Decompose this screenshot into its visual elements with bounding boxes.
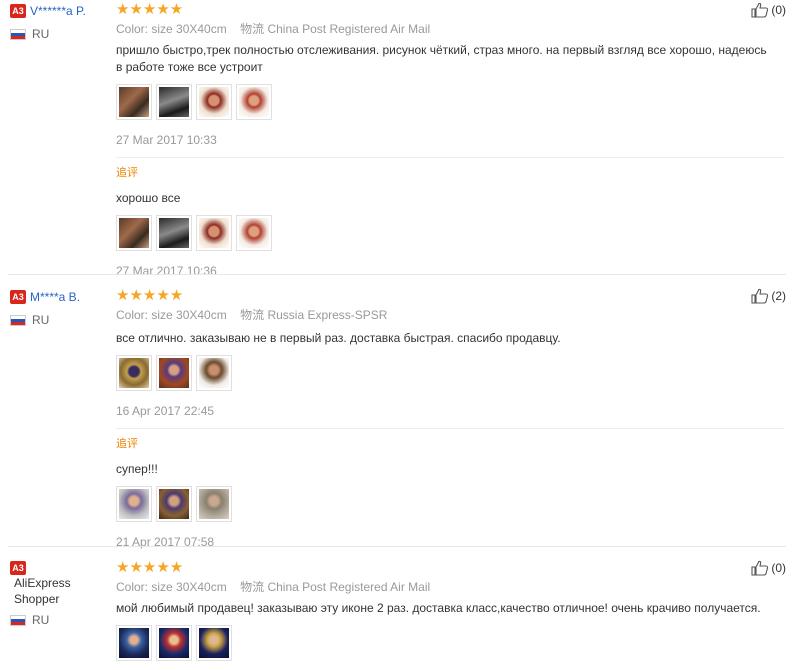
reviewer-name-link[interactable]: AliExpress Shopper <box>14 575 96 607</box>
review-photo[interactable] <box>156 486 192 522</box>
like-count: (0) <box>771 3 786 17</box>
review-photo[interactable] <box>196 355 232 391</box>
country-code: RU <box>32 27 50 41</box>
star-rating: ★★★★★ <box>116 1 184 18</box>
color-value: size 30X40cm <box>151 308 227 322</box>
reviewer-country: RU <box>10 613 105 627</box>
review-divider <box>8 274 786 275</box>
additional-photos <box>116 486 786 522</box>
review-divider <box>8 546 786 547</box>
country-code: RU <box>32 313 50 327</box>
review-photos <box>116 625 786 661</box>
review-content: ★★★★★ Color: size 30X40cm 物流 China Post … <box>116 560 786 661</box>
review-text: мой любимый продавец! заказываю эту икон… <box>116 601 761 615</box>
review-date: 16 Apr 2017 22:45 <box>116 404 215 418</box>
review-text: пришло быстро,трек полностью отслеживани… <box>116 43 767 74</box>
level-badge: A3 <box>10 561 26 575</box>
reviewer-country: RU <box>10 313 105 327</box>
order-attributes: Color: size 30X40cm 物流 China Post Regist… <box>116 580 786 594</box>
review-item: A3 V******a P. RU ★★★★★ Color: size 30X40… <box>0 0 800 278</box>
review-photo[interactable] <box>196 84 232 120</box>
review-content: ★★★★★ Color: size 30X40cm 物流 Russia Expr… <box>116 288 786 549</box>
review-photo[interactable] <box>196 215 232 251</box>
logistics-value: China Post Registered Air Mail <box>267 22 431 36</box>
additional-feedback-label: 追评 <box>116 438 138 450</box>
review-photo[interactable] <box>156 215 192 251</box>
reviewer-name-link[interactable]: M****a B. <box>30 290 80 304</box>
reviewer-name-link[interactable]: V******a P. <box>30 4 86 18</box>
review-photos <box>116 355 786 391</box>
level-badge: A3 <box>10 4 26 18</box>
russia-flag-icon <box>10 314 26 326</box>
like-count: (2) <box>771 289 786 303</box>
review-photo[interactable] <box>116 84 152 120</box>
level-badge: A3 <box>10 290 26 304</box>
review-photo[interactable] <box>116 486 152 522</box>
russia-flag-icon <box>10 28 26 40</box>
color-label: Color: <box>116 308 149 322</box>
thumbs-up-icon <box>751 288 769 304</box>
like-button[interactable]: (2) <box>751 288 786 304</box>
additional-feedback-text: супер!!! <box>116 462 158 476</box>
review-photo[interactable] <box>156 355 192 391</box>
reviewer-info: A3 M****a B. RU <box>10 289 105 327</box>
review-item: A3 M****a B. RU ★★★★★ Color: size 30X40cm… <box>0 286 800 549</box>
reviewer-info: A3 AliExpress Shopper RU <box>10 560 105 627</box>
review-photo[interactable] <box>156 625 192 661</box>
order-attributes: Color: size 30X40cm 物流 Russia Express-SP… <box>116 308 786 322</box>
review-photo[interactable] <box>156 84 192 120</box>
color-label: Color: <box>116 22 149 36</box>
review-text: все отлично. заказываю не в первый раз. … <box>116 331 561 345</box>
logistics-label: 物流 <box>240 308 265 322</box>
review-photo[interactable] <box>196 486 232 522</box>
logistics-value: Russia Express-SPSR <box>267 308 388 322</box>
logistics-label: 物流 <box>240 580 265 594</box>
like-count: (0) <box>771 561 786 575</box>
review-photos <box>116 84 786 120</box>
star-rating: ★★★★★ <box>116 559 184 576</box>
review-photo[interactable] <box>196 625 232 661</box>
review-photo[interactable] <box>116 355 152 391</box>
review-date: 27 Mar 2017 10:33 <box>116 133 217 147</box>
review-content: ★★★★★ Color: size 30X40cm 物流 China Post … <box>116 2 786 278</box>
star-rating: ★★★★★ <box>116 287 184 304</box>
logistics-label: 物流 <box>240 22 265 36</box>
order-attributes: Color: size 30X40cm 物流 China Post Regist… <box>116 22 786 36</box>
additional-feedback-date: 27 Mar 2017 10:36 <box>116 264 217 278</box>
like-button[interactable]: (0) <box>751 560 786 576</box>
country-code: RU <box>32 613 50 627</box>
review-item: A3 AliExpress Shopper RU ★★★★★ Color: si… <box>0 558 800 670</box>
reviewer-country: RU <box>10 27 105 41</box>
thumbs-up-icon <box>751 2 769 18</box>
additional-feedback-text: хорошо все <box>116 191 181 205</box>
logistics-value: China Post Registered Air Mail <box>267 580 431 594</box>
color-label: Color: <box>116 580 149 594</box>
reviewer-info: A3 V******a P. RU <box>10 3 105 41</box>
review-photo[interactable] <box>116 625 152 661</box>
thumbs-up-icon <box>751 560 769 576</box>
review-photo[interactable] <box>236 215 272 251</box>
divider <box>116 428 784 429</box>
additional-feedback-label: 追评 <box>116 167 138 179</box>
additional-photos <box>116 215 786 251</box>
like-button[interactable]: (0) <box>751 2 786 18</box>
color-value: size 30X40cm <box>151 22 227 36</box>
divider <box>116 157 784 158</box>
review-photo[interactable] <box>236 84 272 120</box>
color-value: size 30X40cm <box>151 580 227 594</box>
review-photo[interactable] <box>116 215 152 251</box>
russia-flag-icon <box>10 614 26 626</box>
